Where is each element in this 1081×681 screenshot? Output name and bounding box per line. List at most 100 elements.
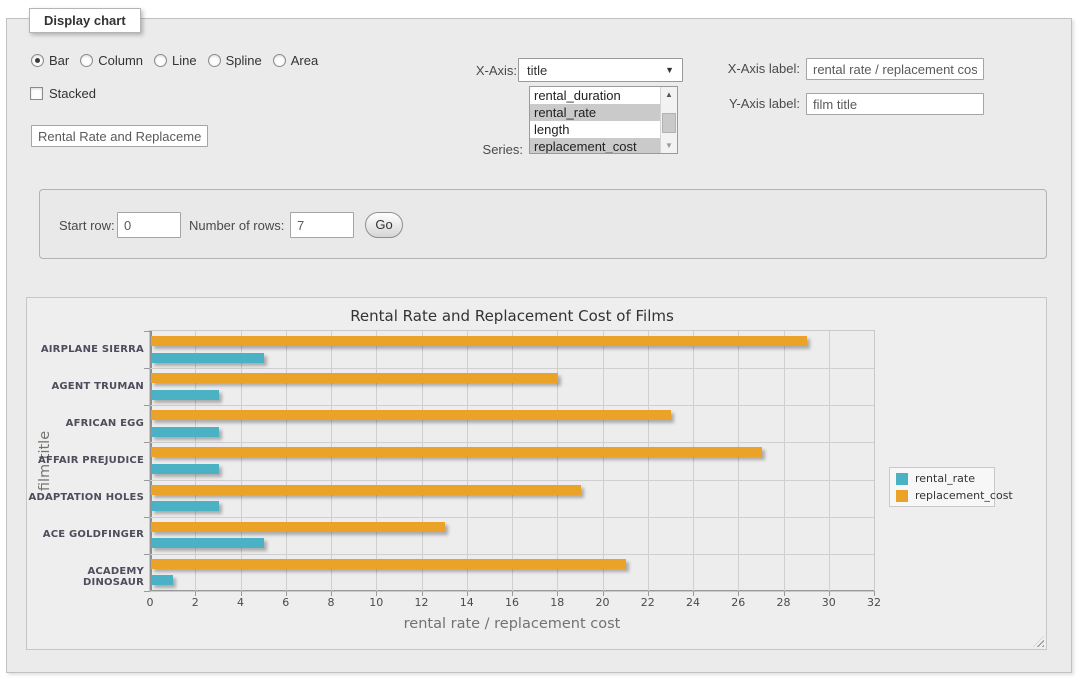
row-range-panel: Start row: Number of rows: Go xyxy=(39,189,1047,259)
bar-replacement_cost-2 xyxy=(151,410,671,420)
bar-replacement_cost-4 xyxy=(151,485,581,495)
category-label-3: AFFAIR PREJUDICE xyxy=(27,455,144,466)
gridline-h xyxy=(150,554,874,555)
series-multiselect[interactable]: rental_durationrental_ratelengthreplacem… xyxy=(529,86,678,154)
gridline-v xyxy=(557,331,558,591)
x-tick-mark xyxy=(331,591,332,596)
gridline-v xyxy=(195,331,196,591)
y-tick-mark xyxy=(144,517,150,518)
plot-area xyxy=(150,331,874,591)
gridline-v xyxy=(603,331,604,591)
category-label-1: AGENT TRUMAN xyxy=(27,381,144,392)
gridline-v xyxy=(512,331,513,591)
y-axis-label-input[interactable] xyxy=(806,93,984,115)
x-tick-label-24: 24 xyxy=(678,596,708,609)
series-scrollbar[interactable]: ▲ ▼ xyxy=(660,87,677,153)
x-axis-label-input[interactable] xyxy=(806,58,984,80)
chart-title-input[interactable] xyxy=(31,125,208,147)
x-tick-label-6: 6 xyxy=(271,596,301,609)
gridline-v xyxy=(829,331,830,591)
gridline-v xyxy=(331,331,332,591)
x-tick-mark xyxy=(241,591,242,596)
gridline-v xyxy=(784,331,785,591)
stacked-checkbox[interactable] xyxy=(30,87,43,100)
x-tick-label-22: 22 xyxy=(633,596,663,609)
scroll-up-icon[interactable]: ▲ xyxy=(661,87,677,102)
x-tick-mark xyxy=(603,591,604,596)
x-axis-label-caption: X-Axis label: xyxy=(697,61,800,76)
radio-label-column[interactable]: Column xyxy=(98,53,143,68)
legend-item-replacement_cost: replacement_cost xyxy=(896,489,988,502)
chart-type-option-spline: Spline xyxy=(208,53,262,68)
y-tick-mark xyxy=(144,554,150,555)
number-of-rows-input[interactable] xyxy=(290,212,354,238)
x-tick-mark xyxy=(557,591,558,596)
category-label-4: ADAPTATION HOLES xyxy=(27,492,144,503)
radio-line[interactable] xyxy=(154,54,167,67)
x-tick-label-14: 14 xyxy=(452,596,482,609)
y-axis-label-caption: Y-Axis label: xyxy=(697,96,800,111)
x-tick-label-10: 10 xyxy=(361,596,391,609)
radio-bar[interactable] xyxy=(31,54,44,67)
x-tick-mark xyxy=(693,591,694,596)
series-option-rental_duration[interactable]: rental_duration xyxy=(530,87,660,104)
gridline-v xyxy=(738,331,739,591)
category-label-5: ACE GOLDFINGER xyxy=(27,529,144,540)
x-tick-mark xyxy=(874,591,875,596)
radio-area[interactable] xyxy=(273,54,286,67)
chart-type-option-line: Line xyxy=(154,53,197,68)
radio-label-bar[interactable]: Bar xyxy=(49,53,69,68)
bar-rental_rate-2 xyxy=(151,427,219,437)
stacked-label[interactable]: Stacked xyxy=(49,86,96,101)
scrollbar-thumb[interactable] xyxy=(662,113,676,133)
radio-spline[interactable] xyxy=(208,54,221,67)
gridline-v xyxy=(286,331,287,591)
stacked-row: Stacked xyxy=(30,86,96,101)
gridline-h xyxy=(150,480,874,481)
category-label-2: AFRICAN EGG xyxy=(27,418,144,429)
x-tick-label-32: 32 xyxy=(859,596,889,609)
chart-type-option-bar: Bar xyxy=(31,53,69,68)
gridline-v xyxy=(693,331,694,591)
x-axis-selected-value: title xyxy=(527,63,547,78)
x-tick-mark xyxy=(422,591,423,596)
chart-resize-handle-icon[interactable] xyxy=(1033,636,1044,647)
chart-panel: Rental Rate and Replacement Cost of Film… xyxy=(26,297,1047,650)
category-label-0: AIRPLANE SIERRA xyxy=(27,344,144,355)
x-tick-mark xyxy=(195,591,196,596)
x-tick-mark xyxy=(738,591,739,596)
bar-rental_rate-1 xyxy=(151,390,219,400)
x-tick-mark xyxy=(829,591,830,596)
y-tick-mark xyxy=(144,331,150,332)
x-tick-label-28: 28 xyxy=(769,596,799,609)
radio-label-line[interactable]: Line xyxy=(172,53,197,68)
x-tick-mark xyxy=(512,591,513,596)
y-axis-line xyxy=(150,331,152,591)
start-row-input[interactable] xyxy=(117,212,181,238)
bar-rental_rate-5 xyxy=(151,538,264,548)
go-button[interactable]: Go xyxy=(365,212,403,238)
series-option-length[interactable]: length xyxy=(530,121,660,138)
bar-rental_rate-4 xyxy=(151,501,219,511)
gridline-v xyxy=(241,331,242,591)
y-tick-mark xyxy=(144,480,150,481)
legend-swatch-rental_rate xyxy=(896,473,908,485)
x-tick-label-30: 30 xyxy=(814,596,844,609)
x-axis-select[interactable]: title ▼ xyxy=(518,58,683,82)
gridline-h xyxy=(150,442,874,443)
radio-label-spline[interactable]: Spline xyxy=(226,53,262,68)
bar-rental_rate-6 xyxy=(151,575,173,585)
x-tick-mark xyxy=(784,591,785,596)
bar-replacement_cost-0 xyxy=(151,336,807,346)
legend-item-rental_rate: rental_rate xyxy=(896,472,988,485)
x-tick-label-12: 12 xyxy=(407,596,437,609)
gridline-v xyxy=(467,331,468,591)
scroll-down-icon[interactable]: ▼ xyxy=(661,138,677,153)
radio-label-area[interactable]: Area xyxy=(291,53,318,68)
bar-rental_rate-3 xyxy=(151,464,219,474)
legend-label-replacement_cost: replacement_cost xyxy=(915,489,1013,502)
series-option-rental_rate[interactable]: rental_rate xyxy=(530,104,660,121)
series-option-replacement_cost[interactable]: replacement_cost xyxy=(530,138,660,153)
radio-column[interactable] xyxy=(80,54,93,67)
bar-rental_rate-0 xyxy=(151,353,264,363)
